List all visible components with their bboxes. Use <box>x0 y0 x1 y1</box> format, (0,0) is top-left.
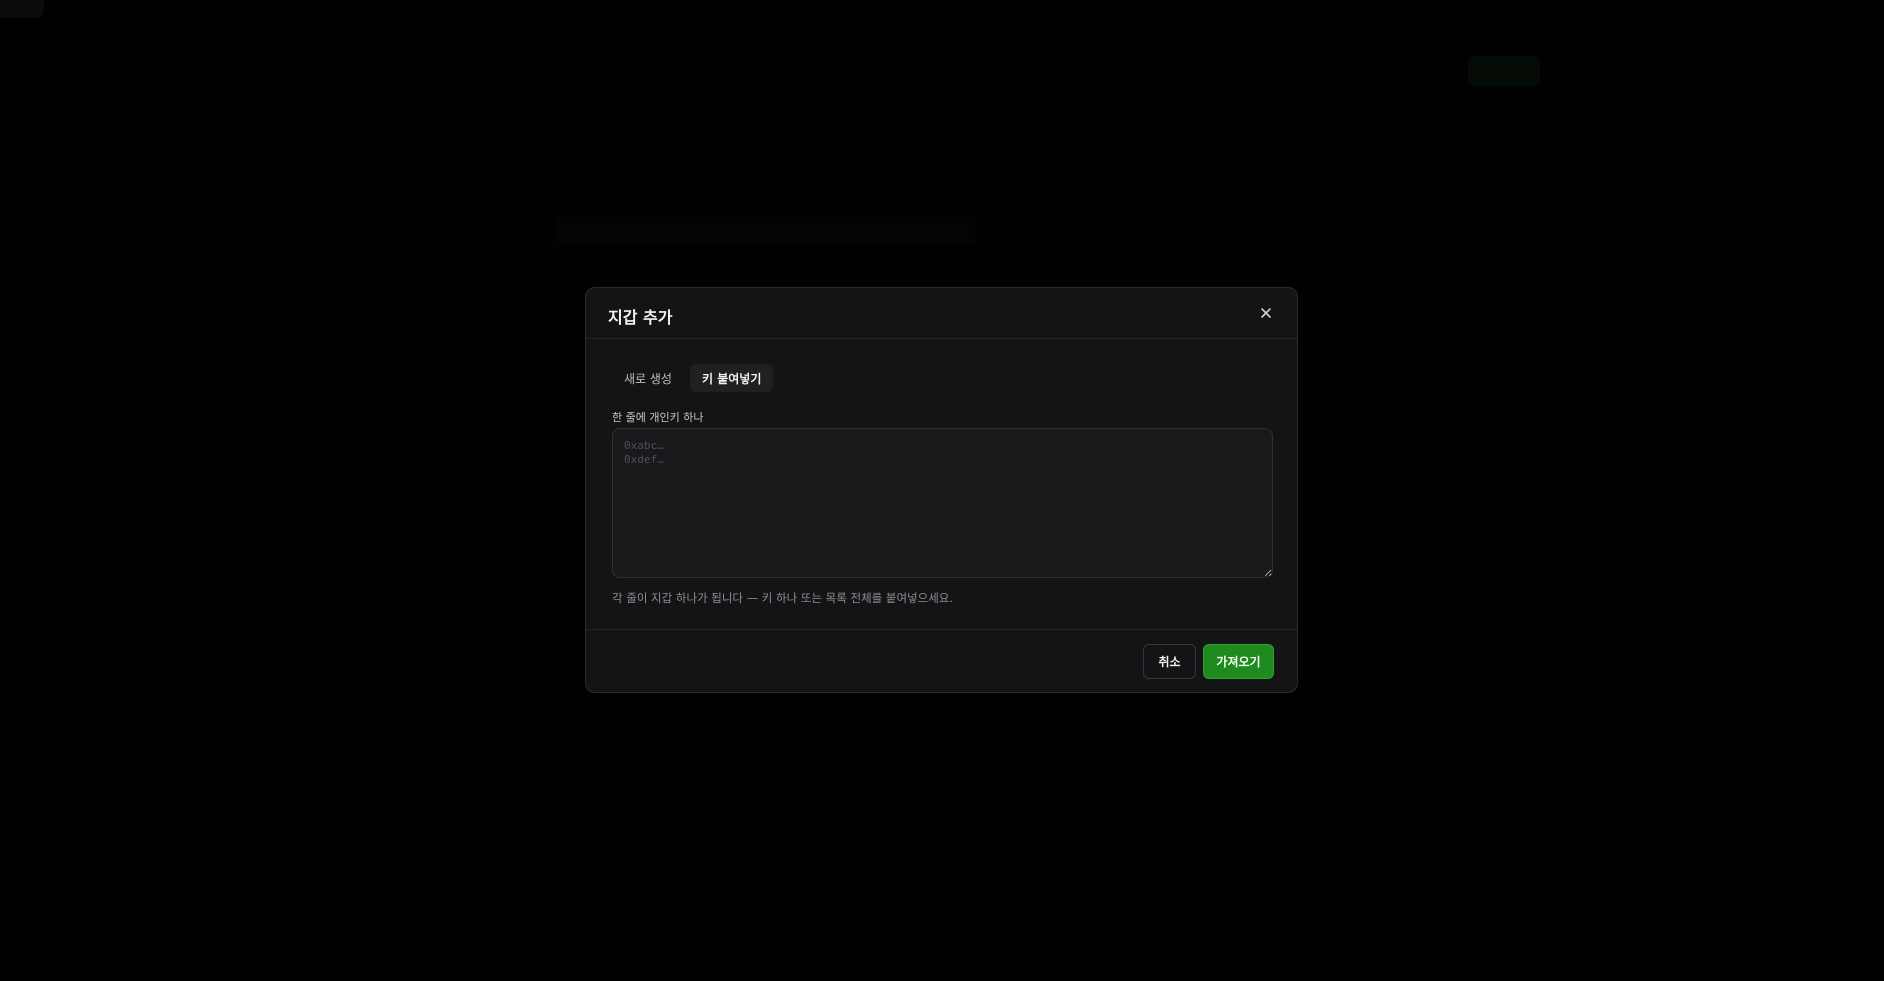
add-wallet-dialog: 지갑 추가 새로 생성 키 붙여넣기 한 줄에 개인키 하나 각 줄이 지갑 하… <box>585 287 1298 693</box>
close-button[interactable] <box>1255 302 1277 324</box>
dialog-header: 지갑 추가 <box>586 288 1297 339</box>
private-keys-label: 한 줄에 개인키 하나 <box>612 411 704 424</box>
close-icon <box>1260 304 1272 323</box>
dialog-title: 지갑 추가 <box>608 308 673 327</box>
tab-generate-new[interactable]: 새로 생성 <box>612 364 684 392</box>
mode-tabs: 새로 생성 키 붙여넣기 <box>612 364 774 392</box>
private-keys-textarea[interactable] <box>612 428 1273 578</box>
import-button[interactable]: 가져오기 <box>1203 644 1274 679</box>
dialog-footer: 취소 가져오기 <box>586 629 1297 692</box>
cancel-button[interactable]: 취소 <box>1143 644 1196 679</box>
help-text: 각 줄이 지갑 하나가 됩니다 — 키 하나 또는 목록 전체를 붙여넣으세요. <box>612 591 954 605</box>
tab-paste-keys[interactable]: 키 붙여넣기 <box>689 364 774 392</box>
